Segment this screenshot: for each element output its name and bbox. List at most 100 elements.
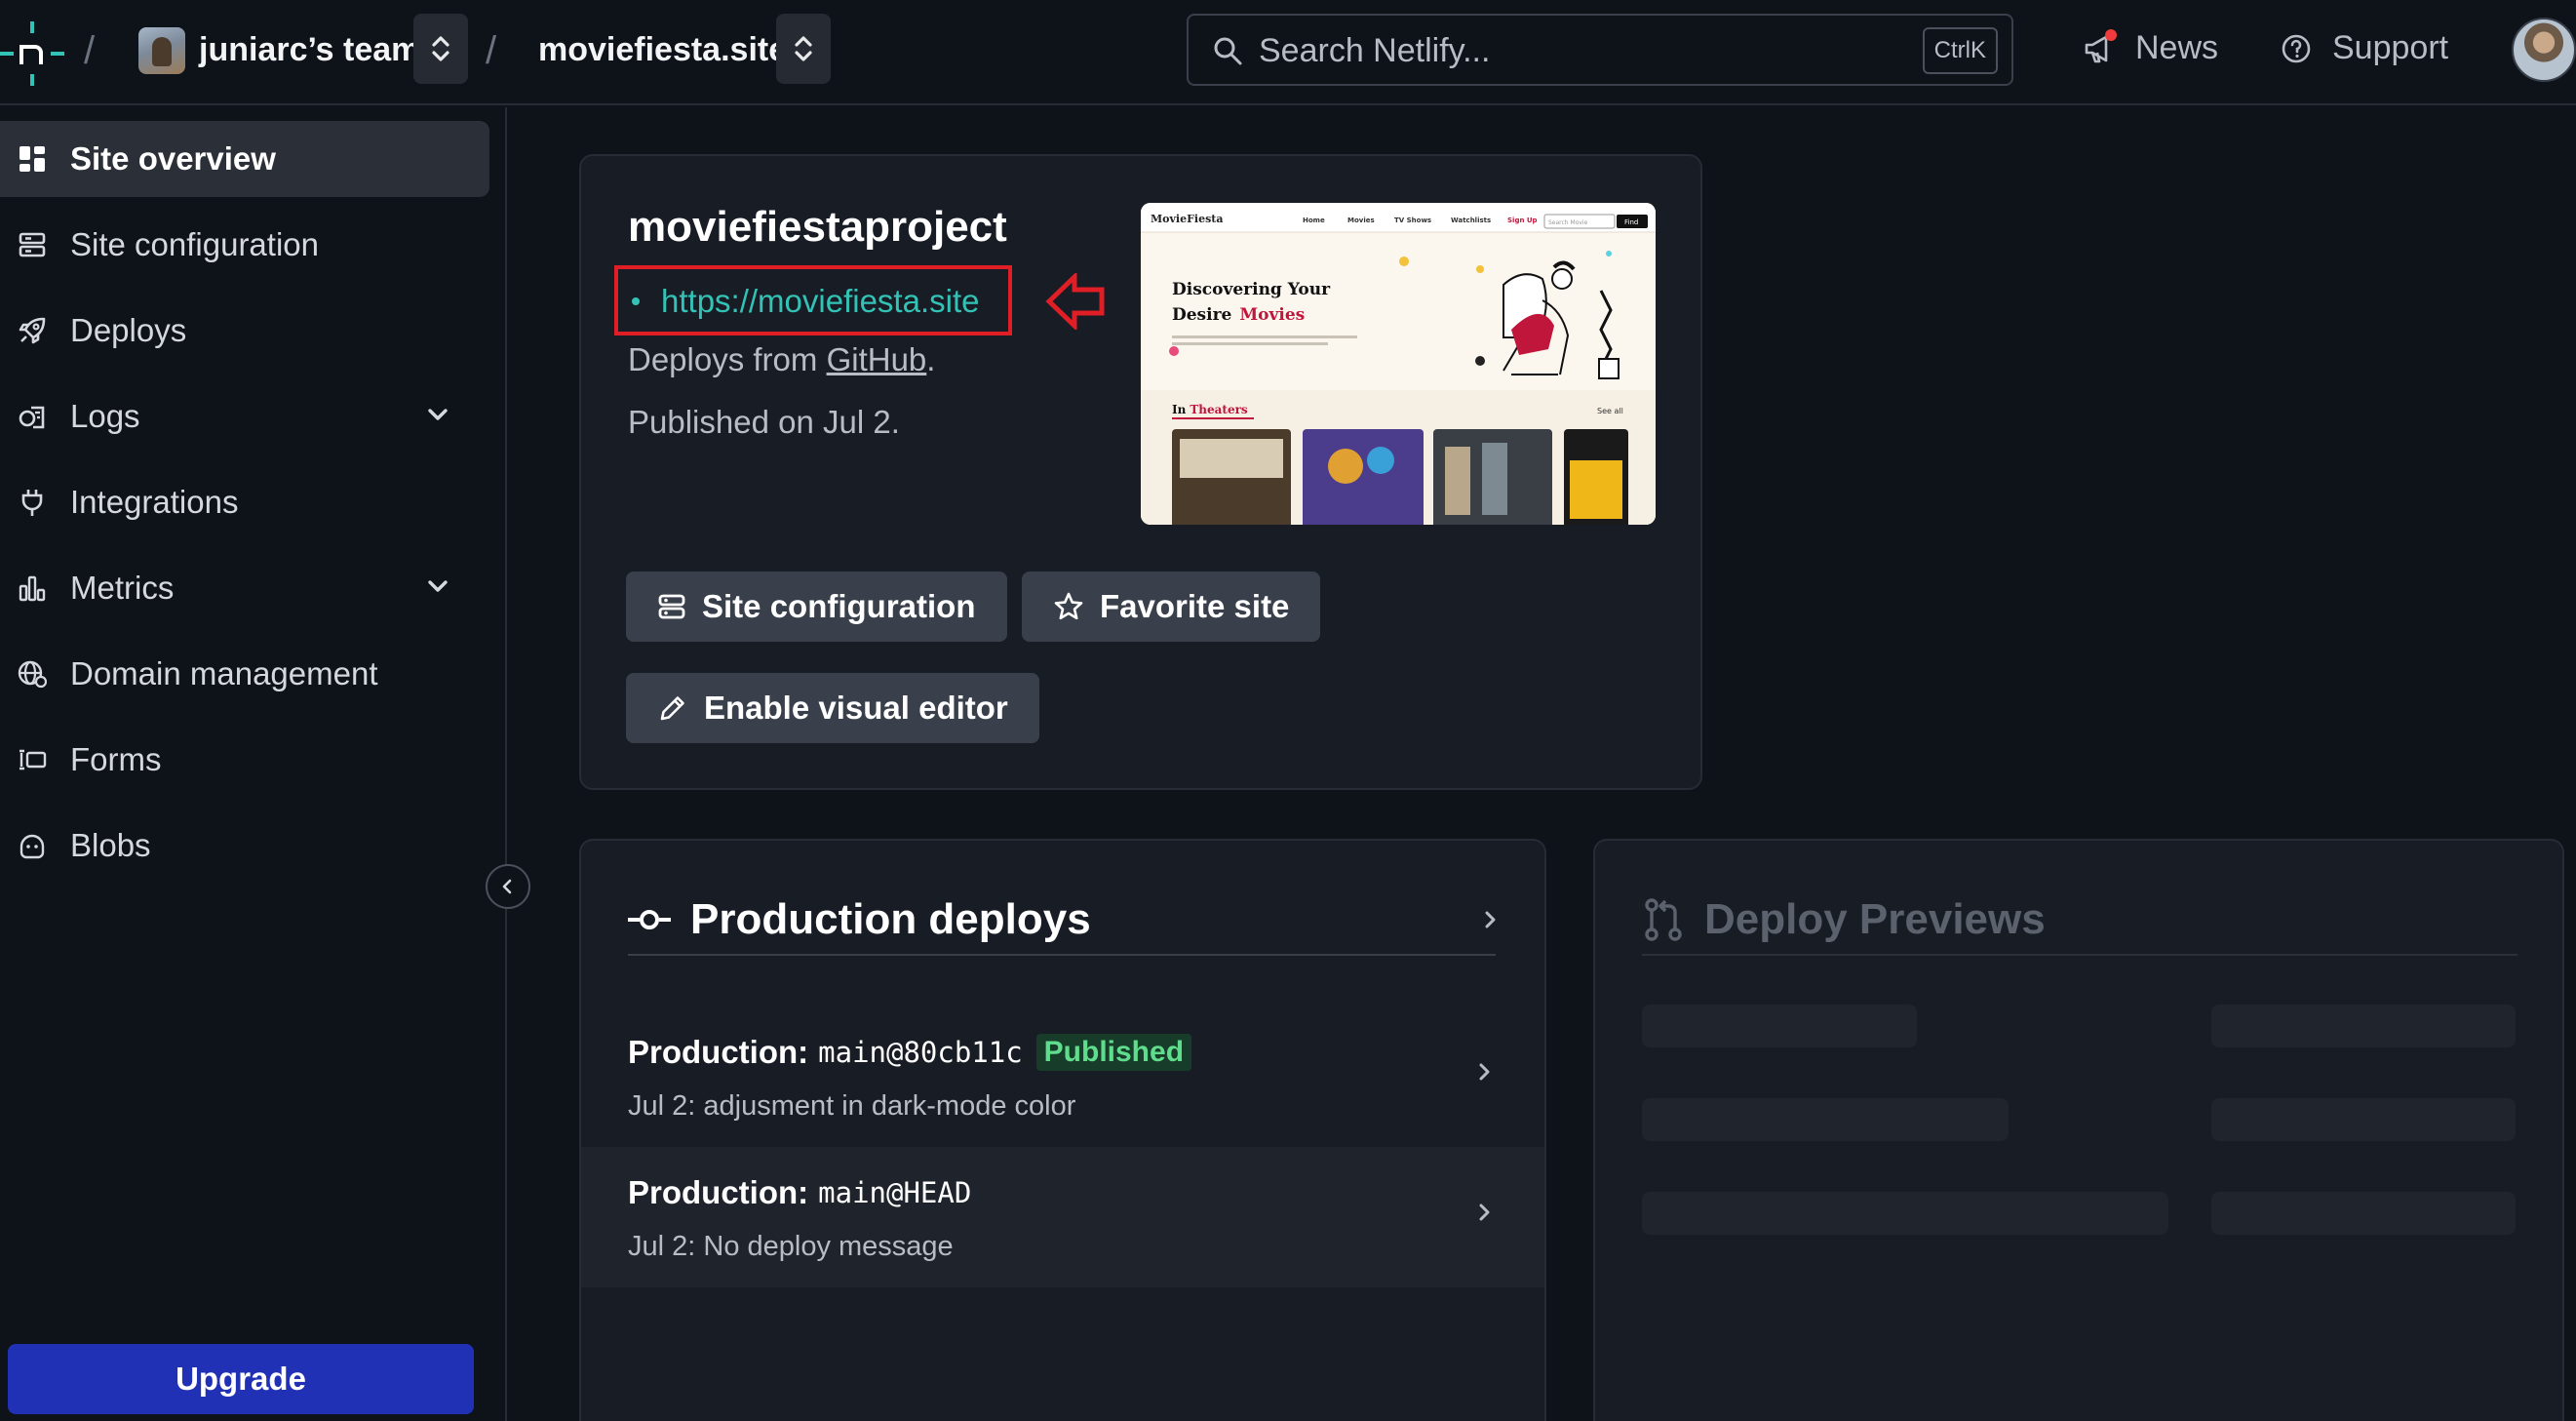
git-pull-request-icon <box>1645 898 1682 941</box>
sidebar-item-label: Logs <box>70 398 140 434</box>
site-preview-image: MovieFiesta Home Movies TV Shows Watchli… <box>1141 203 1656 525</box>
preview-hero-line1: Discovering Your <box>1172 280 1331 299</box>
enable-visual-editor-label: Enable visual editor <box>704 690 1008 726</box>
sidebar-item-forms[interactable]: Forms <box>0 722 489 798</box>
deploy-previews-card: Deploy Previews <box>1593 839 2564 1421</box>
loading-skeleton <box>1642 1005 1917 1047</box>
preview-nav-home: Home <box>1303 217 1325 224</box>
netlify-logo[interactable] <box>0 21 64 86</box>
production-deploys-header[interactable]: Production deploys <box>628 895 1091 944</box>
rocket-icon <box>16 314 49 347</box>
preview-nav-movies: Movies <box>1347 217 1375 224</box>
deploy-context: Production: <box>628 1034 809 1070</box>
deploy-source-prefix: Deploys from <box>628 341 827 377</box>
favorite-site-button[interactable]: Favorite site <box>1022 572 1321 642</box>
sidebar-item-blobs[interactable]: Blobs <box>0 808 489 884</box>
news-link[interactable]: News <box>2083 29 2218 67</box>
preview-section-prefix: In <box>1172 403 1187 416</box>
preview-nav-signup: Sign Up <box>1507 217 1538 224</box>
sidebar-item-deploys[interactable]: Deploys <box>0 293 489 369</box>
site-overview-card: moviefiestaproject https://moviefiesta.s… <box>579 154 1702 790</box>
support-link[interactable]: Support <box>2280 29 2448 67</box>
sidebar-item-label: Site overview <box>70 140 276 177</box>
sidebar-item-site-overview[interactable]: Site overview <box>0 121 489 197</box>
sidebar-item-label: Blobs <box>70 827 151 863</box>
chevron-right-icon <box>1479 1063 1490 1081</box>
site-url: https://moviefiesta.site <box>661 283 980 319</box>
form-icon <box>16 743 49 776</box>
pencil-icon <box>660 696 684 721</box>
deploy-row[interactable]: Production: main@HEAD Jul 2: No deploy m… <box>581 1147 1544 1287</box>
chevron-right-icon <box>1479 1204 1490 1221</box>
deploy-message: Jul 2: No deploy message <box>628 1231 954 1262</box>
deploy-message: Jul 2: adjusment in dark-mode color <box>628 1090 1076 1122</box>
plug-icon <box>16 486 49 519</box>
favorite-site-label: Favorite site <box>1100 588 1290 624</box>
help-circle-icon <box>2282 34 2311 62</box>
site-url-link[interactable]: https://moviefiesta.site <box>632 283 979 320</box>
preview-see-all: See all <box>1597 407 1623 415</box>
search-box[interactable]: CtrlK <box>1187 14 2013 86</box>
preview-hero-line2: Desire <box>1172 305 1232 325</box>
loading-skeleton <box>1642 1192 2168 1235</box>
sidebar-item-label: Deploys <box>70 312 187 348</box>
team-switcher-button[interactable] <box>413 14 468 84</box>
chevron-up-down-icon <box>795 36 812 61</box>
loading-skeleton <box>2211 1098 2516 1141</box>
deploy-ref: main@HEAD <box>818 1176 972 1209</box>
deploy-row[interactable]: Production: main@80cb11c Published Jul 2… <box>581 1007 1544 1147</box>
team-avatar <box>138 27 185 74</box>
blob-icon <box>16 829 49 862</box>
preview-nav-tvshows: TV Shows <box>1394 217 1431 224</box>
arrow-left-annotation-icon <box>1045 273 1105 330</box>
preview-nav-watchlists: Watchlists <box>1451 217 1491 224</box>
deploy-ref: main@80cb11c <box>818 1036 1023 1069</box>
chevron-down-icon[interactable] <box>425 402 450 427</box>
search-shortcut-hint: CtrlK <box>1922 27 1998 74</box>
sidebar-item-site-configuration[interactable]: Site configuration <box>0 207 489 283</box>
status-badge: Published <box>1035 1034 1192 1071</box>
sidebar-item-integrations[interactable]: Integrations <box>0 464 489 540</box>
breadcrumb-site[interactable]: moviefiesta.site <box>538 31 787 69</box>
preview-section-title: Theaters <box>1190 403 1248 416</box>
breadcrumb-separator: / <box>84 29 96 72</box>
sidebar-item-label: Domain management <box>70 655 378 691</box>
site-configuration-button[interactable]: Site configuration <box>626 572 1007 642</box>
deploy-previews-header[interactable]: Deploy Previews <box>1642 895 2046 944</box>
site-preview-thumbnail[interactable]: MovieFiesta Home Movies TV Shows Watchli… <box>1141 203 1656 525</box>
url-highlight-box: https://moviefiesta.site <box>614 265 1012 336</box>
deploy-context: Production: <box>628 1174 809 1210</box>
sidebar-item-label: Metrics <box>70 570 175 606</box>
deploy-source-text: Deploys from GitHub. <box>628 341 935 378</box>
search-input[interactable] <box>1259 29 1844 72</box>
sidebar-item-logs[interactable]: Logs <box>0 378 489 454</box>
support-label: Support <box>2332 29 2449 66</box>
deploy-previews-title: Deploy Previews <box>1704 895 2046 943</box>
server-icon <box>16 228 49 261</box>
published-date: Published on Jul 2. <box>628 404 900 440</box>
loading-skeleton <box>2211 1192 2516 1235</box>
site-switcher-button[interactable] <box>776 14 831 84</box>
bar-chart-icon <box>16 572 49 605</box>
github-link[interactable]: GitHub <box>827 341 927 377</box>
sidebar-item-label: Site configuration <box>70 226 319 262</box>
chevron-down-icon[interactable] <box>425 573 450 599</box>
git-commit-icon <box>628 910 671 929</box>
preview-search: Search Movie <box>1548 219 1588 226</box>
enable-visual-editor-button[interactable]: Enable visual editor <box>626 673 1039 743</box>
chevron-right-icon[interactable] <box>1480 909 1502 930</box>
breadcrumb-team[interactable]: juniarc’s team <box>199 31 420 69</box>
sidebar-item-metrics[interactable]: Metrics <box>0 550 489 626</box>
divider <box>1642 954 2517 956</box>
loading-skeleton <box>2211 1005 2516 1047</box>
sidebar-item-label: Integrations <box>70 484 239 520</box>
logs-icon <box>16 400 49 433</box>
collapse-sidebar-button[interactable] <box>486 864 530 909</box>
chevron-left-icon <box>502 879 512 894</box>
user-avatar[interactable] <box>2512 18 2576 82</box>
sidebar-item-domain-management[interactable]: Domain management <box>0 636 489 712</box>
upgrade-button[interactable]: Upgrade <box>8 1344 474 1414</box>
preview-brand: MovieFiesta <box>1151 213 1223 225</box>
production-deploys-card: Production deploys Production: main@80cb… <box>579 839 1546 1421</box>
site-project-name: moviefiestaproject <box>628 203 1007 251</box>
